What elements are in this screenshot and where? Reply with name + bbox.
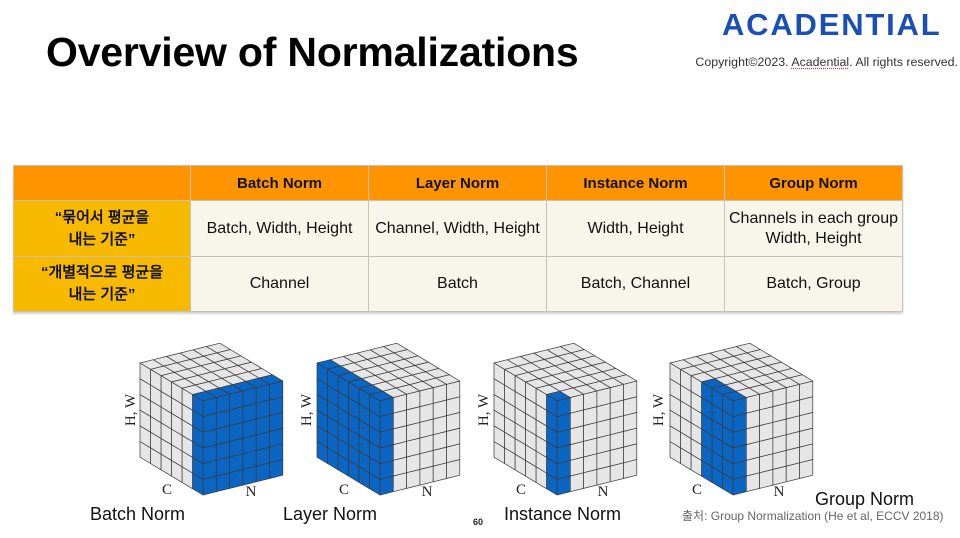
cube-batch-norm: H, W C N (123, 342, 284, 500)
axis-label-hw: H, W (476, 393, 492, 426)
axis-label-hw: H, W (651, 393, 667, 426)
page-number: 60 (473, 517, 484, 527)
caption-group-norm: Group Norm (815, 489, 915, 509)
axis-label-c: C (162, 482, 172, 498)
cube-instance-norm: H, W C N (476, 342, 638, 500)
axis-label-hw: H, W (123, 393, 139, 426)
axis-label-n: N (774, 484, 785, 500)
axis-label-n: N (598, 484, 609, 500)
axis-label-n: N (246, 484, 257, 500)
axis-label-n: N (422, 484, 433, 500)
cube-group-norm: H, W C N (651, 342, 814, 500)
caption-instance-norm: Instance Norm (504, 504, 622, 524)
caption-batch-norm: Batch Norm (90, 504, 186, 524)
source-citation: 출처: Group Normalization (He et al, ECCV … (682, 509, 944, 523)
cube-layer-norm: H, W C N (299, 342, 461, 500)
caption-layer-norm: Layer Norm (283, 504, 378, 524)
axis-label-c: C (516, 482, 526, 498)
axis-label-hw: H, W (299, 393, 315, 426)
axis-label-c: C (339, 482, 349, 498)
normalization-cubes-figure: H, W C N H, W C N H, W C N H, W C N (123, 342, 814, 500)
axis-label-c: C (692, 482, 702, 498)
